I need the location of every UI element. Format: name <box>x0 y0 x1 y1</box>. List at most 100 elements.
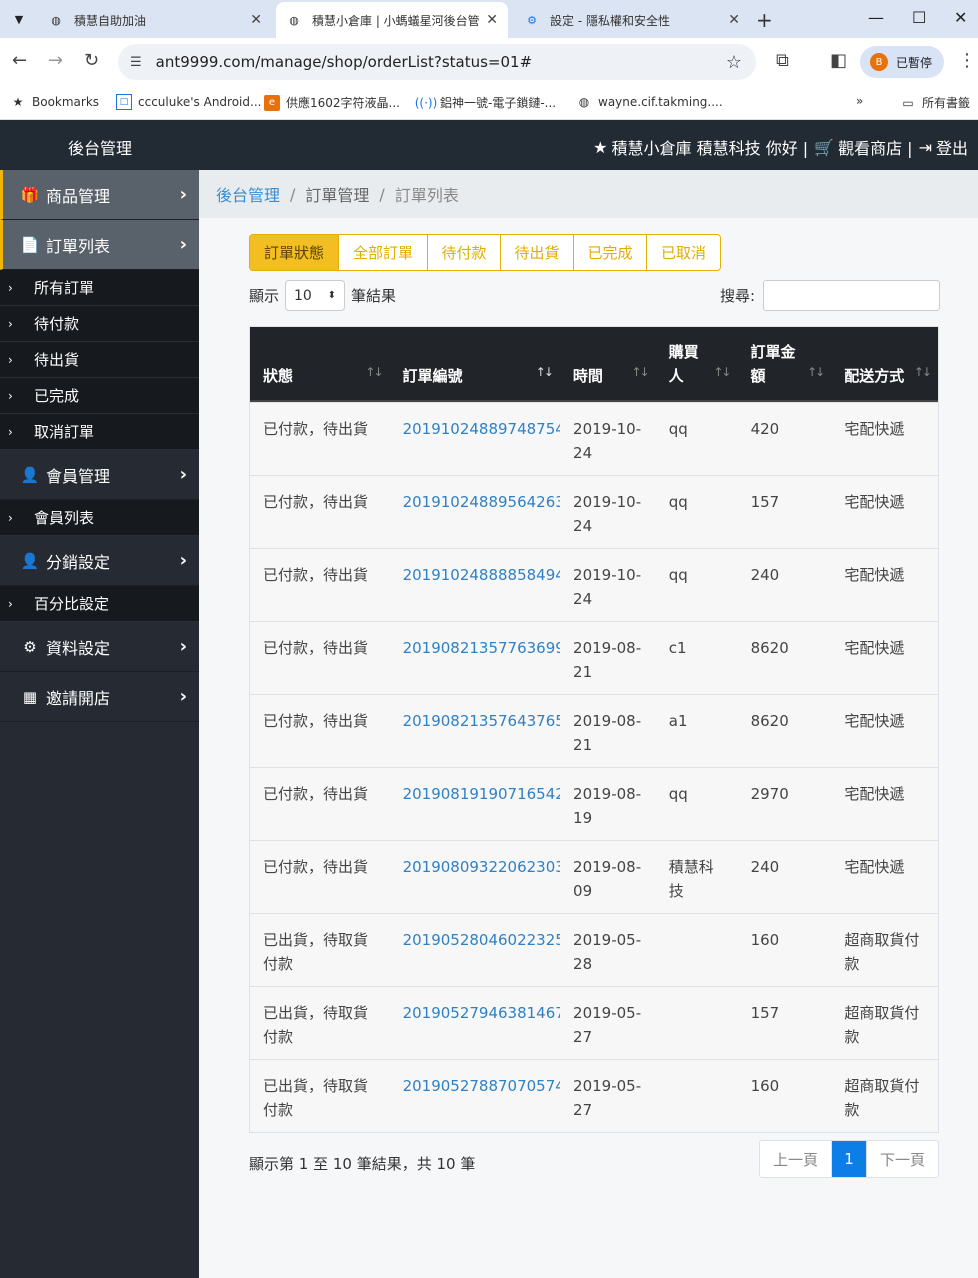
cell-delivery: 宅配快遞 <box>844 493 905 511</box>
sort-icon: ↑↓ <box>365 365 383 379</box>
sidebar-item-distribution[interactable]: 👤 分銷設定 › <box>0 536 199 586</box>
breadcrumb-home[interactable]: 後台管理 <box>216 182 280 206</box>
table-row: 已付款，待出貨 20190821357763699 2019-08-21 c1 8620… <box>250 621 938 694</box>
pagination-page-1[interactable]: 1 <box>832 1141 866 1177</box>
cell-order-id[interactable]: 20190819190716542 <box>390 768 560 840</box>
browser-tab-2[interactable]: ◍ 積慧小倉庫 | 小螞蟻星河後台管 ✕ <box>276 2 508 38</box>
logout-link[interactable]: 登出 <box>936 135 968 159</box>
column-header-buyer[interactable]: 購買人 ↑↓ <box>656 327 738 402</box>
cell-status: 已付款，待出貨 <box>263 639 369 657</box>
minimize-icon[interactable]: — <box>868 8 884 27</box>
more-menu-icon[interactable]: ⋮ <box>958 50 976 71</box>
filter-cancelled[interactable]: 已取消 <box>647 235 720 270</box>
bookmark-item[interactable]: □ ccculuke's Android... <box>116 94 261 110</box>
sort-icon: ↑↓ <box>713 365 731 379</box>
cell-order-id[interactable]: 20190821357763699 <box>390 622 560 694</box>
sidebar-subitem-completed[interactable]: › 已完成 <box>0 378 199 414</box>
all-bookmarks[interactable]: ▭ 所有書籤 <box>900 94 970 111</box>
sidebar-item-members[interactable]: 👤 會員管理 › <box>0 450 199 500</box>
bookmark-item[interactable]: ★ Bookmarks <box>10 94 99 110</box>
close-icon[interactable]: ✕ <box>728 12 740 28</box>
filter-completed[interactable]: 已完成 <box>574 235 647 270</box>
pagination-next[interactable]: 下一頁 <box>866 1141 938 1177</box>
extensions-puzzle-icon[interactable]: ⧉ <box>776 50 789 71</box>
pagination: 上一頁 1 下一頁 <box>759 1140 939 1178</box>
sidebar-item-orders[interactable]: 📄 訂單列表 › <box>0 220 199 270</box>
sidebar-subitem-pending-shipment[interactable]: › 待出貨 <box>0 342 199 378</box>
table-row: 已付款，待出貨 20191024888858494 2019-10-24 qq 240 宅… <box>250 548 938 621</box>
table-row: 已付款，待出貨 20190809322062303 2019-08-09 積慧科技 24… <box>250 840 938 913</box>
back-arrow-icon[interactable]: ← <box>12 50 27 71</box>
cell-delivery: 超商取貨付款 <box>844 931 920 973</box>
table-row: 已出貨，待取貨付款 20190527946381467 2019-05-27 157 超… <box>250 986 938 1059</box>
window-close-icon[interactable]: ✕ <box>954 8 967 27</box>
bookmark-item[interactable]: ((·)) 鋁神一號-電子鎖鏈-... <box>414 94 556 111</box>
column-header-amount[interactable]: 訂單金額 ↑↓ <box>737 327 831 402</box>
table-row: 已出貨，待取貨付款 20190527887070574 2019-05-27 160 超… <box>250 1059 938 1132</box>
user-icon: 👤 <box>20 465 40 484</box>
column-header-order-id[interactable]: 訂單編號 ↑↓ <box>390 327 560 402</box>
more-bookmarks-chevron-icon[interactable]: » <box>856 94 863 108</box>
tab-search-chevron-icon[interactable]: ▼ <box>6 6 32 32</box>
chevron-right-icon: › <box>179 636 187 657</box>
cell-status: 已出貨，待取貨付款 <box>263 1004 369 1046</box>
chevron-right-icon: › <box>8 388 13 403</box>
url-text: ant9999.com/manage/shop/orderList?status… <box>155 53 533 71</box>
close-icon[interactable]: ✕ <box>250 12 262 28</box>
cell-order-id[interactable]: 20190809322062303 <box>390 841 560 913</box>
cell-order-id[interactable]: 20191024888858494 <box>390 549 560 621</box>
sidebar-subitem-pending-payment[interactable]: › 待付款 <box>0 306 199 342</box>
pagination-prev[interactable]: 上一頁 <box>760 1141 832 1177</box>
cell-time: 2019-05-27 <box>573 1004 642 1046</box>
browser-tab-3[interactable]: ⚙ 設定 - 隱私權和安全性 ✕ <box>514 2 750 38</box>
cell-status: 已出貨，待取貨付款 <box>263 931 369 973</box>
cell-order-id[interactable]: 20191024889748754 <box>390 403 560 475</box>
breadcrumb-current: 訂單列表 <box>394 186 459 205</box>
filter-order-status[interactable]: 訂單狀態 <box>250 235 339 270</box>
side-panel-icon[interactable]: ◧ <box>830 50 847 71</box>
bookmark-item[interactable]: ◍ wayne.cif.takming.... <box>576 94 723 110</box>
shop-greeting: 積慧小倉庫 積慧科技 你好 | <box>611 139 809 158</box>
signal-icon: ((·)) <box>414 95 438 110</box>
sidebar-subitem-percentage[interactable]: › 百分比設定 <box>0 586 199 622</box>
forward-arrow-icon[interactable]: → <box>48 50 63 71</box>
bookmark-item[interactable]: e 供應1602字符液晶... <box>264 94 400 111</box>
cell-order-id[interactable]: 20190527946381467 <box>390 987 560 1059</box>
cell-order-id[interactable]: 20191024889564263 <box>390 476 560 548</box>
sidebar-subitem-all-orders[interactable]: › 所有訂單 <box>0 270 199 306</box>
new-tab-plus-icon[interactable]: + <box>756 8 773 32</box>
page-length-select[interactable]: 10 ⬍ <box>285 280 346 311</box>
browser-tab-1[interactable]: ◍ 積慧自助加油 ✕ <box>38 2 272 38</box>
cell-delivery: 宅配快遞 <box>844 712 905 730</box>
profile-button[interactable]: B 已暫停 <box>860 46 944 78</box>
cell-time: 2019-10-24 <box>573 493 642 535</box>
column-header-time[interactable]: 時間 ↑↓ <box>560 327 656 402</box>
sign-out-icon: ⇥ <box>918 137 932 157</box>
sidebar-subitem-member-list[interactable]: › 會員列表 <box>0 500 199 536</box>
cell-order-id[interactable]: 20190527887070574 <box>390 1060 560 1132</box>
filter-pending-shipment[interactable]: 待出貨 <box>501 235 574 270</box>
cell-status: 已付款，待出貨 <box>263 420 369 438</box>
brand-title[interactable]: 後台管理 <box>68 135 132 159</box>
site-settings-icon[interactable]: ☰ <box>130 55 142 70</box>
close-icon[interactable]: ✕ <box>486 12 498 28</box>
app-header: 後台管理 ★ 積慧小倉庫 積慧科技 你好 | 🛒 觀看商店 | ⇥ 登出 <box>0 120 978 170</box>
sidebar-item-data-settings[interactable]: ⚙ 資料設定 › <box>0 622 199 672</box>
column-header-status[interactable]: 狀態 ↑↓ <box>250 327 390 402</box>
filter-pending-payment[interactable]: 待付款 <box>428 235 501 270</box>
url-omnibox[interactable]: ☰ ant9999.com/manage/shop/orderList?stat… <box>118 44 756 80</box>
search-input[interactable] <box>763 280 941 311</box>
cell-order-id[interactable]: 20190821357643765 <box>390 695 560 767</box>
cell-order-id[interactable]: 20190528046022325 <box>390 914 560 986</box>
view-shop-link[interactable]: 觀看商店 | <box>838 135 912 159</box>
maximize-icon[interactable]: ☐ <box>912 8 926 27</box>
sidebar-item-products[interactable]: 🎁 商品管理 › <box>0 170 199 220</box>
column-header-delivery[interactable]: 配送方式 ↑↓ <box>831 327 938 402</box>
reload-icon[interactable]: ↻ <box>84 50 99 71</box>
sidebar-item-invite-shop[interactable]: ▦ 邀請開店 › <box>0 672 199 722</box>
cell-time: 2019-08-09 <box>573 858 642 900</box>
filter-all-orders[interactable]: 全部訂單 <box>339 235 428 270</box>
cell-buyer: qq <box>668 566 688 584</box>
bookmark-star-icon[interactable]: ☆ <box>726 52 742 73</box>
sidebar-subitem-cancelled[interactable]: › 取消訂單 <box>0 414 199 450</box>
